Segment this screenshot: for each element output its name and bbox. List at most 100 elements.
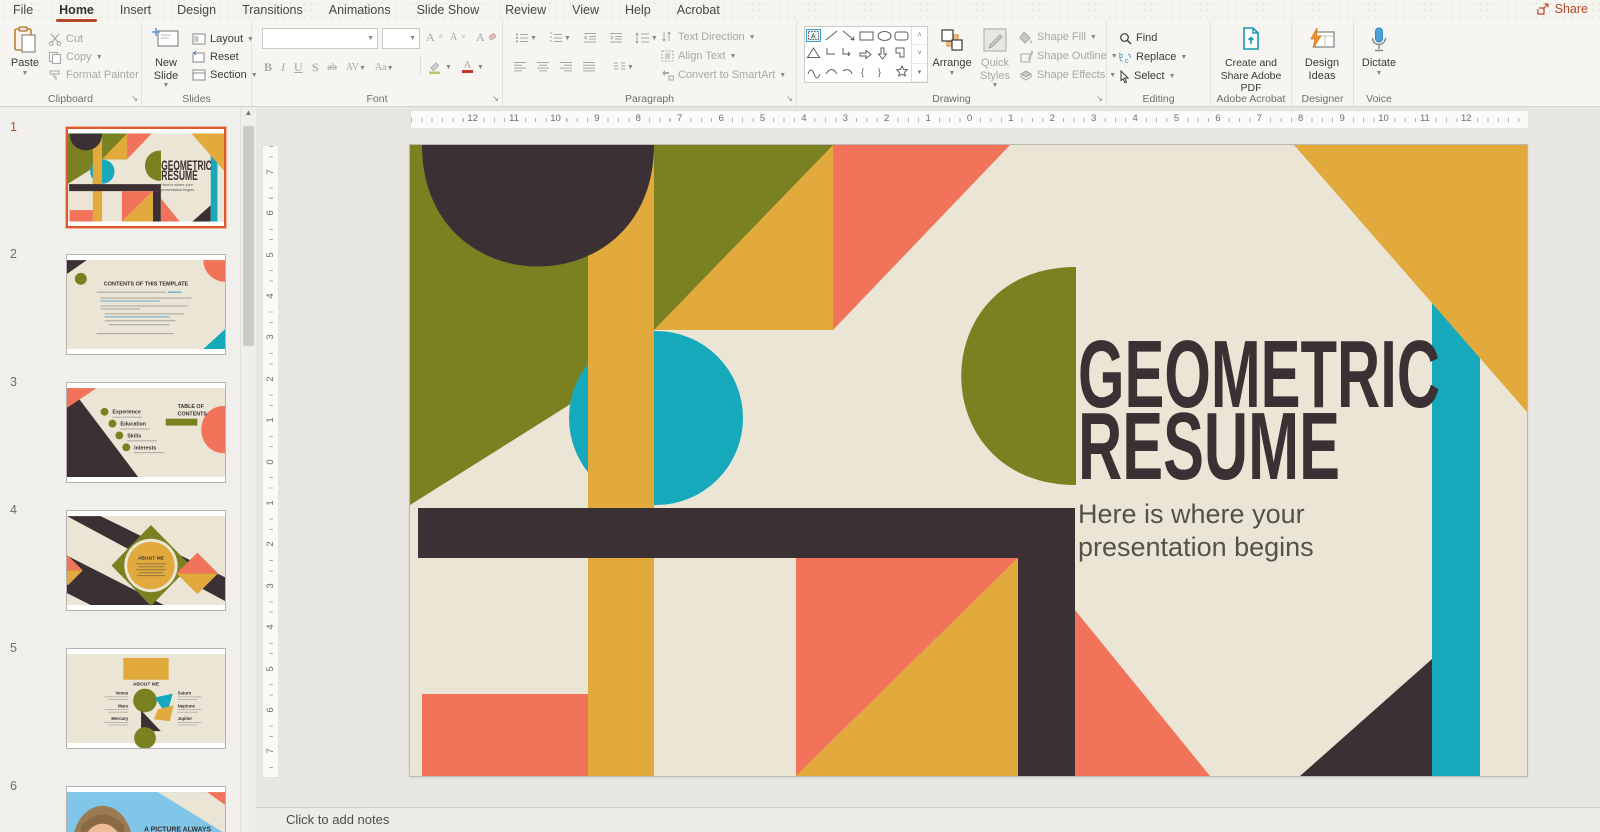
char-spacing-label: AV: [346, 62, 359, 73]
thumbnail-3-art: TABLE OF CONTENTS Experience Education S…: [67, 383, 225, 482]
v-ruler-number: 3: [264, 330, 277, 345]
share-button[interactable]: Share: [1537, 2, 1588, 16]
tab-slide-show[interactable]: Slide Show: [404, 0, 493, 22]
tab-view[interactable]: View: [559, 0, 612, 22]
bullets-button[interactable]: ▼: [513, 29, 539, 47]
grow-font-button[interactable]: A˄: [426, 28, 443, 46]
change-case-button[interactable]: Aa▼: [375, 61, 394, 73]
h-ruler-number: 3: [1089, 112, 1098, 126]
h-ruler-number: 5: [758, 112, 767, 126]
thumbnail-slide-2[interactable]: CONTENTS OF THIS TEMPLATE: [66, 254, 226, 355]
thumbnail-slide-1[interactable]: [66, 127, 226, 228]
thumbnail-slide-3[interactable]: TABLE OF CONTENTS Experience Education S…: [66, 382, 226, 483]
font-color-button[interactable]: A ▼: [462, 58, 484, 76]
bullets-icon: [515, 32, 529, 44]
shape-effects-icon: [1019, 69, 1033, 82]
line-spacing-button[interactable]: ▼: [633, 29, 660, 47]
cut-button[interactable]: Cut: [48, 30, 83, 48]
align-right-button[interactable]: [559, 61, 573, 73]
justify-button[interactable]: [582, 61, 596, 73]
gallery-more-button[interactable]: ▾: [912, 64, 927, 82]
reset-button[interactable]: Reset: [192, 48, 239, 66]
tab-design[interactable]: Design: [164, 0, 229, 22]
grow-font-arrow-icon: ˄: [439, 34, 443, 41]
italic-button[interactable]: I: [281, 60, 285, 75]
powerpoint-window: { "menu": { "tabs": ["File","Home","Inse…: [0, 0, 1600, 832]
new-slide-button[interactable]: New Slide ▼: [144, 25, 188, 89]
tab-file[interactable]: File: [0, 0, 46, 22]
underline-button[interactable]: U: [294, 60, 303, 75]
strikethrough-button[interactable]: ab: [327, 62, 336, 73]
shape-fill-button[interactable]: Shape Fill ▼: [1019, 28, 1097, 46]
columns-button[interactable]: ▼: [611, 58, 636, 76]
slide-editor[interactable]: [410, 145, 1527, 776]
tab-review[interactable]: Review: [492, 0, 559, 22]
copy-button[interactable]: Copy ▼: [48, 48, 103, 66]
font-name-chevron-icon: ▼: [364, 35, 377, 42]
shrink-font-button[interactable]: A˅: [450, 28, 465, 46]
bold-button[interactable]: B: [264, 60, 272, 75]
horizontal-ruler: 1211109876543210123456789101112: [256, 110, 1600, 127]
char-spacing-button[interactable]: AV▼: [346, 61, 366, 73]
text-direction-button[interactable]: Text Direction ▼: [661, 28, 756, 46]
thumb5-left-1: Venus: [115, 691, 128, 696]
paste-button[interactable]: Paste ▼: [4, 25, 46, 77]
replace-button[interactable]: bc Replace ▼: [1119, 48, 1187, 66]
thumbnail-scrollbar[interactable]: ▲: [240, 106, 256, 832]
tab-acrobat[interactable]: Acrobat: [664, 0, 733, 22]
highlight-color-button[interactable]: ▼: [428, 58, 452, 76]
shapes-gallery[interactable]: A { }: [804, 26, 928, 83]
thumbnail-slide-5[interactable]: ABOUT ME Venus Mars Mercury Saturn Neptu…: [66, 648, 226, 749]
font-size-combobox[interactable]: ▼: [382, 28, 420, 49]
smartart-chevron-icon: ▼: [779, 72, 786, 79]
paragraph-dialog-launcher[interactable]: ↘: [786, 95, 793, 103]
align-text-icon: [661, 50, 674, 62]
clipboard-dialog-launcher[interactable]: ↘: [131, 95, 138, 103]
tab-help[interactable]: Help: [612, 0, 664, 22]
shape-outline-button[interactable]: Shape Outline ▼: [1019, 47, 1118, 65]
section-button[interactable]: Section ▼: [192, 66, 258, 84]
arrange-button[interactable]: Arrange ▼: [930, 25, 974, 77]
scrollbar-thumb[interactable]: [243, 126, 254, 346]
drawing-group-label: Drawing: [797, 93, 1106, 105]
increase-indent-button[interactable]: [607, 29, 625, 47]
h-ruler-number: 5: [1172, 112, 1181, 126]
numbering-button[interactable]: ▼: [547, 29, 573, 47]
drawing-dialog-launcher[interactable]: ↘: [1096, 95, 1103, 103]
align-center-button[interactable]: [536, 61, 550, 73]
font-dialog-launcher[interactable]: ↘: [492, 95, 499, 103]
scrollbar-up-arrow-icon[interactable]: ▲: [241, 108, 256, 117]
align-text-button[interactable]: Align Text ▼: [661, 47, 736, 65]
adobe-pdf-icon: [1239, 25, 1263, 55]
quick-styles-button[interactable]: Quick Styles ▼: [974, 25, 1016, 89]
thumb5-left-3: Mercury: [111, 716, 128, 721]
gallery-scroll-up-button[interactable]: ˄: [912, 27, 927, 45]
new-slide-chevron-icon: ▼: [163, 82, 170, 89]
tab-animations[interactable]: Animations: [316, 0, 404, 22]
format-painter-button[interactable]: Format Painter: [48, 66, 139, 84]
decrease-indent-button[interactable]: [581, 29, 599, 47]
tab-home[interactable]: Home: [46, 0, 107, 22]
design-ideas-button[interactable]: Design Ideas: [1297, 25, 1347, 82]
dictate-button[interactable]: Dictate ▼: [1357, 25, 1401, 77]
convert-smartart-button[interactable]: Convert to SmartArt ▼: [661, 66, 786, 84]
gallery-scroll-down-button[interactable]: ˅: [912, 45, 927, 63]
text-direction-chevron-icon: ▼: [749, 34, 756, 41]
shape-effects-label: Shape Effects: [1037, 69, 1105, 81]
notes-pane[interactable]: Click to add notes: [256, 807, 1600, 832]
clear-formatting-button[interactable]: A: [476, 28, 496, 46]
layout-button[interactable]: Layout ▼: [192, 30, 254, 48]
create-pdf-button[interactable]: Create and Share Adobe PDF: [1215, 25, 1287, 95]
thumbnail-slide-6[interactable]: A PICTURE ALWAYS: [66, 786, 226, 832]
thumbnail-slide-4[interactable]: ABOUT ME: [66, 510, 226, 611]
select-button[interactable]: Select ▼: [1119, 67, 1176, 85]
find-button[interactable]: Find: [1119, 29, 1157, 47]
tab-transitions[interactable]: Transitions: [229, 0, 316, 22]
text-shadow-button[interactable]: S: [312, 60, 319, 75]
shape-effects-button[interactable]: Shape Effects ▼: [1019, 66, 1116, 84]
find-icon: [1119, 32, 1132, 45]
align-left-button[interactable]: [513, 61, 527, 73]
font-name-combobox[interactable]: ▼: [262, 28, 378, 49]
tab-insert[interactable]: Insert: [107, 0, 164, 22]
thumbnail-number-3: 3: [10, 375, 30, 389]
